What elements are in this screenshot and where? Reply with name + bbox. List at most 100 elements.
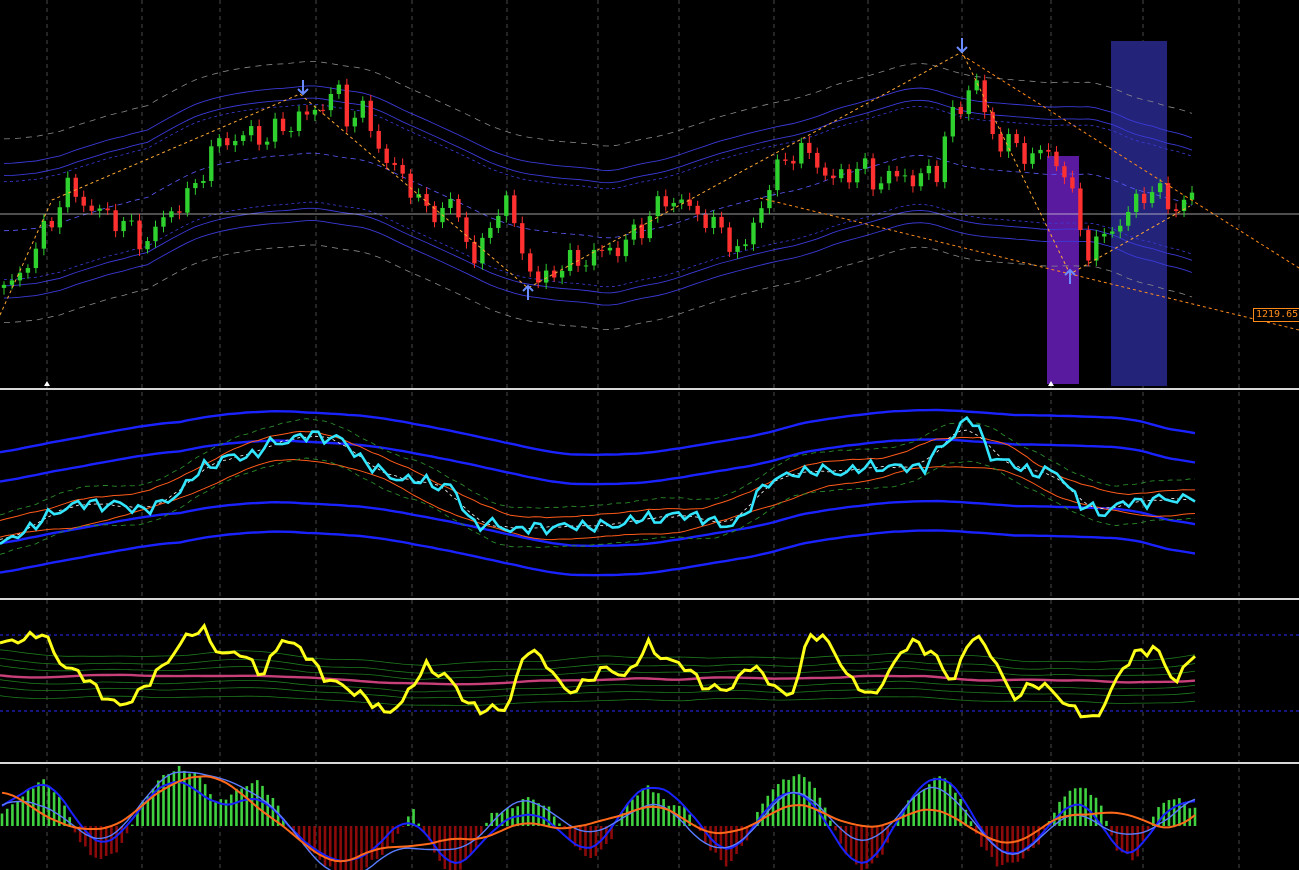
candle-body: [392, 162, 397, 166]
candle-body: [703, 214, 708, 228]
candle-body: [113, 210, 118, 232]
candle-body: [97, 208, 102, 211]
candle-body: [1126, 211, 1131, 226]
candle-body: [520, 223, 525, 254]
chart-canvas[interactable]: [0, 0, 1299, 870]
histogram-bar: [370, 826, 374, 860]
candle-body: [384, 148, 389, 163]
histogram-bar: [933, 777, 936, 826]
candle-body: [376, 130, 381, 149]
histogram-bar: [130, 824, 134, 826]
candle-body: [926, 165, 932, 174]
candle-body: [1141, 193, 1147, 204]
candle-body: [775, 159, 780, 191]
candle-body: [177, 211, 182, 213]
histogram-bar: [339, 826, 342, 870]
candle-body: [464, 217, 469, 242]
histogram-bar: [1079, 787, 1082, 826]
histogram-bar: [433, 826, 436, 853]
histogram-bar: [5, 808, 9, 826]
histogram-bar: [808, 781, 811, 826]
osc1-blue-band-1: [0, 408, 1196, 457]
candle-body: [615, 247, 621, 257]
candle-body: [153, 226, 158, 242]
candle-body: [647, 216, 653, 239]
candle-body: [105, 208, 110, 211]
candle-body: [17, 272, 23, 281]
candle-body: [129, 220, 134, 222]
candle-body: [472, 241, 477, 264]
candle-body: [759, 208, 764, 223]
histogram-bar: [703, 826, 707, 844]
candle-body: [288, 131, 294, 133]
candle-body: [1030, 153, 1035, 164]
candle-body: [878, 183, 884, 190]
histogram-bar: [365, 826, 368, 868]
candle-body: [161, 217, 166, 227]
histogram-bar: [266, 794, 269, 826]
candle-body: [201, 180, 206, 184]
candle-body: [1070, 177, 1075, 189]
candle-body: [735, 246, 740, 252]
histogram-bar: [375, 826, 379, 859]
histogram-bar: [42, 779, 45, 826]
candle-body: [583, 265, 589, 267]
candle-body: [846, 169, 852, 183]
histogram-bar: [829, 820, 832, 826]
candle-body: [862, 158, 868, 169]
histogram-bar: [47, 786, 51, 826]
histogram-bar: [558, 823, 561, 826]
candle-body: [958, 106, 963, 114]
histogram-bar: [1178, 798, 1181, 826]
histogram-bar: [474, 826, 478, 848]
histogram-bar: [334, 826, 337, 870]
candle-body: [225, 138, 230, 146]
candle-body: [1110, 231, 1115, 234]
histogram-bar: [662, 799, 665, 826]
candle-body: [1165, 183, 1171, 210]
candle-body: [942, 136, 948, 183]
candle-body: [870, 158, 876, 190]
histogram-bar: [855, 826, 858, 865]
candle-body: [910, 175, 916, 187]
candle-body: [81, 196, 86, 206]
candle-body: [727, 227, 732, 252]
candle-body: [328, 93, 334, 111]
candle-body: [1046, 149, 1051, 152]
candle-body: [894, 170, 900, 177]
candle-body: [1086, 230, 1091, 261]
histogram-bar: [1125, 826, 1129, 855]
fractal-arrow-3: [956, 38, 968, 54]
candle-body: [1118, 225, 1123, 232]
candle-body: [121, 220, 126, 232]
histogram-bar: [521, 799, 525, 826]
candle-body: [368, 100, 373, 131]
histogram-bar: [1120, 826, 1124, 853]
candle-body: [623, 239, 629, 257]
candle-body: [791, 160, 796, 164]
histogram-bar: [537, 803, 540, 826]
candle-body: [998, 134, 1003, 152]
histogram-bar: [1141, 826, 1145, 841]
panel-separator-3: [0, 762, 1299, 764]
candle-body: [543, 270, 549, 283]
candle-body: [400, 165, 405, 174]
histogram-bar: [198, 776, 202, 826]
histogram-bar: [782, 779, 785, 826]
histogram-bar: [771, 789, 775, 826]
histogram-bar: [464, 826, 467, 861]
candle-body: [233, 140, 238, 146]
trading-chart[interactable]: 1219.65: [0, 0, 1299, 870]
candle-body: [1062, 166, 1067, 178]
candle-body: [496, 215, 501, 228]
candle-body: [751, 222, 756, 245]
candle-body: [631, 224, 637, 240]
histogram-bar: [1131, 826, 1134, 861]
histogram-bar: [26, 789, 30, 826]
candle-body: [1157, 183, 1163, 193]
osc2-green-band-1: [0, 649, 1196, 666]
candle-body: [536, 271, 541, 283]
candle-body: [209, 146, 214, 181]
candle-body: [1149, 192, 1155, 204]
histogram-bar: [948, 782, 952, 826]
